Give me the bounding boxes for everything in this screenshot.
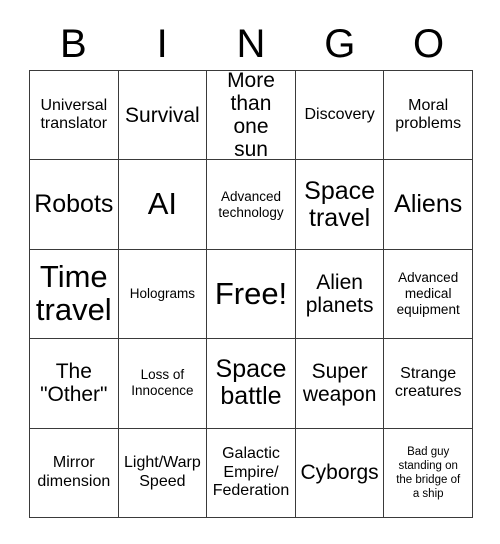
- bingo-header-letter-n: N: [236, 22, 266, 66]
- bingo-grid: Universal translator Survival More than on…: [29, 70, 473, 518]
- bingo-header-letter-i: I: [156, 22, 168, 66]
- bingo-cell[interactable]: Loss of Innocence: [118, 339, 208, 429]
- bingo-cell[interactable]: Light/Warp Speed: [118, 428, 208, 518]
- bingo-cell-label: Holograms: [129, 286, 196, 302]
- bingo-cell[interactable]: Time travel: [30, 249, 119, 340]
- bingo-cell-label: Discovery: [304, 106, 375, 123]
- bingo-cell-label: Space travel: [304, 176, 376, 232]
- bingo-cell-label: The "Other": [40, 360, 108, 407]
- bingo-cell[interactable]: AI: [118, 160, 208, 250]
- bingo-cell-label: Light/Warp Speed: [124, 454, 201, 490]
- bingo-cell[interactable]: Advanced medical equipment: [384, 249, 473, 340]
- bingo-header-row: B I N G O: [29, 18, 473, 70]
- bingo-cell-label: Space battle: [215, 355, 287, 411]
- bingo-cell-label: Advanced medical equipment: [396, 270, 460, 317]
- bingo-cell[interactable]: Advanced technology: [207, 160, 296, 250]
- bingo-cell[interactable]: The "Other": [30, 339, 119, 429]
- bingo-cell[interactable]: Bad guy standing on the bridge of a ship: [384, 428, 473, 518]
- bingo-cell[interactable]: Robots: [30, 160, 119, 250]
- bingo-cell-label: Cyborgs: [300, 461, 379, 485]
- bingo-cell-label: More than one sun: [227, 71, 275, 161]
- bingo-cell-label: Strange creatures: [394, 365, 462, 401]
- bingo-cell-label: Alien planets: [305, 270, 374, 317]
- bingo-cell[interactable]: Alien planets: [295, 249, 385, 340]
- bingo-cell[interactable]: Discovery: [295, 71, 385, 161]
- bingo-cell[interactable]: Aliens: [384, 160, 473, 250]
- bingo-cell-label: Time travel: [35, 259, 112, 327]
- bingo-cell-label: Mirror dimension: [37, 454, 111, 490]
- bingo-cell[interactable]: Galactic Empire/ Federation: [207, 428, 296, 518]
- bingo-cell[interactable]: Universal translator: [30, 71, 119, 161]
- bingo-cell-label: Bad guy standing on the bridge of a ship: [396, 445, 461, 500]
- bingo-cell-label: Free!: [214, 275, 288, 311]
- bingo-cell[interactable]: Cyborgs: [295, 428, 385, 518]
- bingo-header-letter-g: G: [324, 22, 356, 66]
- bingo-header-letter-b: B: [60, 22, 87, 66]
- bingo-cell-label: Universal translator: [40, 96, 108, 133]
- bingo-free-space-cell[interactable]: Free!: [207, 249, 296, 340]
- bingo-cell[interactable]: Space battle: [207, 339, 296, 429]
- bingo-cell-label: Loss of Innocence: [131, 367, 194, 399]
- bingo-cell-label: Survival: [125, 103, 200, 127]
- bingo-cell-label: Galactic Empire/ Federation: [212, 445, 290, 499]
- bingo-cell[interactable]: Super weapon: [295, 339, 385, 429]
- bingo-cell-label: Advanced technology: [218, 188, 284, 220]
- bingo-cell[interactable]: Survival: [118, 71, 208, 161]
- bingo-cell[interactable]: Moral problems: [384, 71, 473, 161]
- bingo-cell-label: Robots: [34, 190, 114, 219]
- bingo-cell[interactable]: Holograms: [118, 249, 208, 340]
- bingo-cell[interactable]: More than one sun: [207, 71, 296, 161]
- bingo-cell-label: Super weapon: [302, 360, 377, 407]
- bingo-cell-label: AI: [147, 186, 178, 222]
- bingo-cell[interactable]: Mirror dimension: [30, 428, 119, 518]
- bingo-cell-label: Moral problems: [395, 96, 462, 133]
- bingo-cell[interactable]: Strange creatures: [384, 339, 473, 429]
- bingo-header-letter-o: O: [413, 22, 445, 66]
- bingo-cell-label: Aliens: [394, 190, 463, 219]
- bingo-cell[interactable]: Space travel: [295, 160, 385, 250]
- bingo-card: B I N G O Universal translator Survival Mo…: [0, 0, 500, 544]
